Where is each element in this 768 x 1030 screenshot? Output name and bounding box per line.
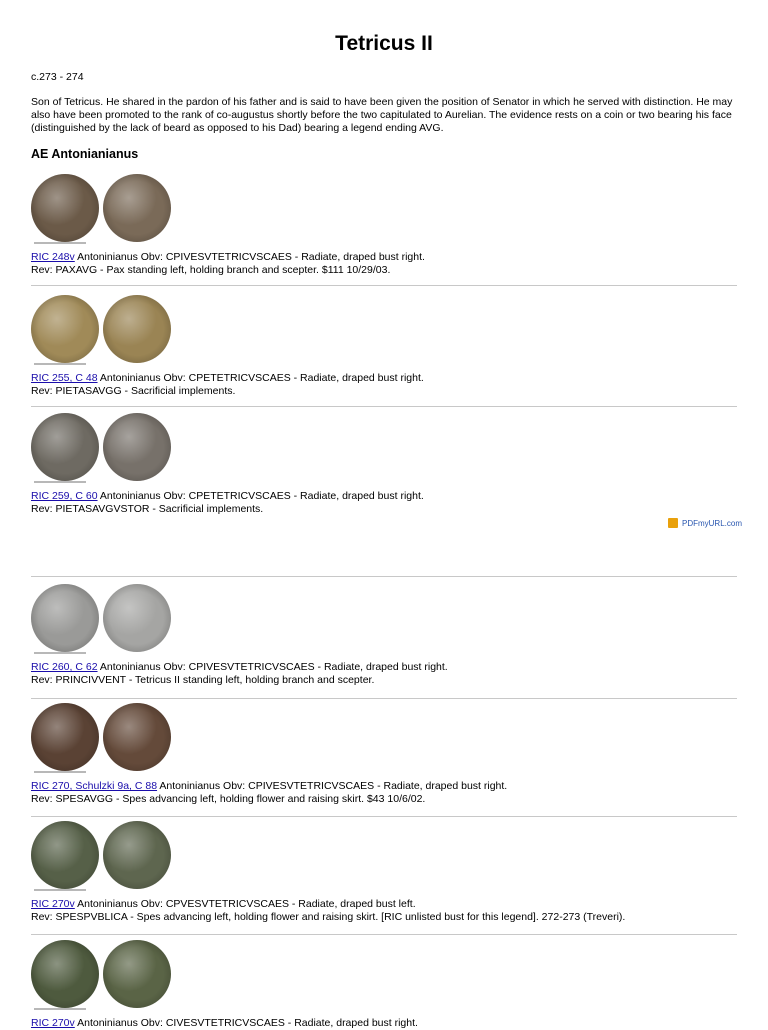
reverse-coin-image xyxy=(103,940,171,1008)
coin-caption: RIC 248v Antoninianus Obv: CPIVESVTETRIC… xyxy=(31,251,741,277)
obverse-coin-image xyxy=(31,413,99,481)
coin-entry: RIC 255, C 48 Antoninianus Obv: CPETETRI… xyxy=(31,293,741,398)
reverse-coin-image xyxy=(103,413,171,481)
ric-reference-link[interactable]: RIC 260, C 62 xyxy=(31,661,98,673)
ric-reference-link[interactable]: RIC 259, C 60 xyxy=(31,490,98,502)
reverse-coin-image xyxy=(103,821,171,889)
photo-credit xyxy=(34,363,86,365)
pdfmyurl-label: PDFmyURL.com xyxy=(681,518,742,528)
intro-paragraph: Son of Tetricus. He shared in the pardon… xyxy=(31,96,733,134)
coin-caption: RIC 270, Schulzki 9a, C 88 Antoninianus … xyxy=(31,780,741,806)
coin-entry: RIC 270v Antoninianus Obv: CIVESVTETRICV… xyxy=(31,938,741,1030)
coin-entry: RIC 270, Schulzki 9a, C 88 Antoninianus … xyxy=(31,701,741,806)
photo-credit xyxy=(34,771,86,773)
ric-reference-link[interactable]: RIC 270, Schulzki 9a, C 88 xyxy=(31,780,157,792)
reverse-description: Rev: PIETASAVGVSTOR - Sacrificial implem… xyxy=(31,503,264,515)
photo-credit xyxy=(34,889,86,891)
coin-caption: RIC 260, C 62 Antoninianus Obv: CPIVESVT… xyxy=(31,661,741,687)
photo-credit xyxy=(34,1008,86,1010)
coin-photo xyxy=(31,938,173,1016)
obverse-description: Antoninianus Obv: CPIVESVTETRICVSCAES - … xyxy=(97,661,448,673)
reverse-coin-image xyxy=(103,174,171,242)
coin-photo xyxy=(31,293,173,371)
obverse-description: Antoninianus Obv: CPETETRICVSCAES - Radi… xyxy=(97,372,424,384)
obverse-description: Antoninianus Obv: CPETETRICVSCAES - Radi… xyxy=(97,490,424,502)
reverse-description: Rev: PRINCIVVENT - Tetricus II standing … xyxy=(31,674,375,686)
coin-photo xyxy=(31,701,173,779)
photo-credit xyxy=(34,652,86,654)
ric-reference-link[interactable]: RIC 248v xyxy=(31,251,75,263)
coin-entry: RIC 248v Antoninianus Obv: CPIVESVTETRIC… xyxy=(31,172,741,277)
entry-separator xyxy=(31,816,737,817)
coin-photo xyxy=(31,582,173,660)
entry-separator xyxy=(31,285,737,286)
coin-entry: RIC 259, C 60 Antoninianus Obv: CPETETRI… xyxy=(31,411,741,516)
photo-credit xyxy=(34,481,86,483)
ric-reference-link[interactable]: RIC 270v xyxy=(31,1017,75,1029)
obverse-coin-image xyxy=(31,584,99,652)
reverse-coin-image xyxy=(103,703,171,771)
obverse-description: Antoninianus Obv: CPIVESVTETRICVSCAES - … xyxy=(74,251,425,263)
obverse-description: Antoninianus Obv: CIVESVTETRICVSCAES - R… xyxy=(74,1017,418,1029)
coin-caption: RIC 270v Antoninianus Obv: CPVESVTETRICV… xyxy=(31,898,741,924)
obverse-coin-image xyxy=(31,940,99,1008)
page-break-separator xyxy=(31,576,737,577)
obverse-coin-image xyxy=(31,174,99,242)
coin-photo xyxy=(31,411,173,489)
obverse-description: Antoninianus Obv: CPIVESVTETRICVSCAES - … xyxy=(157,780,508,792)
reverse-description: Rev: PAXAVG - Pax standing left, holding… xyxy=(31,264,391,276)
coin-caption: RIC 259, C 60 Antoninianus Obv: CPETETRI… xyxy=(31,490,741,516)
ric-reference-link[interactable]: RIC 270v xyxy=(31,898,75,910)
coin-caption: RIC 255, C 48 Antoninianus Obv: CPETETRI… xyxy=(31,372,741,398)
reverse-description: Rev: SPESAVGG - Spes advancing left, hol… xyxy=(31,793,426,805)
coin-entry: RIC 270v Antoninianus Obv: CPVESVTETRICV… xyxy=(31,819,741,924)
obverse-coin-image xyxy=(31,703,99,771)
coin-photo xyxy=(31,819,173,897)
reign-dates: c.273 - 274 xyxy=(31,71,84,83)
document-page: Tetricus II c.273 - 274 Son of Tetricus.… xyxy=(0,0,768,1029)
obverse-coin-image xyxy=(31,295,99,363)
obverse-coin-image xyxy=(31,821,99,889)
obverse-description: Antoninianus Obv: CPVESVTETRICVSCAES - R… xyxy=(74,898,416,910)
reverse-coin-image xyxy=(103,295,171,363)
coin-entry: RIC 260, C 62 Antoninianus Obv: CPIVESVT… xyxy=(31,582,741,687)
pdfmyurl-badge[interactable]: PDFmyURL.com xyxy=(667,518,742,528)
reverse-coin-image xyxy=(103,584,171,652)
entry-separator xyxy=(31,934,737,935)
pdf-icon xyxy=(667,518,678,528)
ric-reference-link[interactable]: RIC 255, C 48 xyxy=(31,372,98,384)
section-heading: AE Antonianianus xyxy=(31,147,139,161)
entry-separator xyxy=(31,406,737,407)
page-title: Tetricus II xyxy=(335,32,433,55)
entry-separator xyxy=(31,698,737,699)
coin-photo xyxy=(31,172,173,250)
reverse-description: Rev: PIETASAVGG - Sacrificial implements… xyxy=(31,385,236,397)
photo-credit xyxy=(34,242,86,244)
reverse-description: Rev: SPESPVBLICA - Spes advancing left, … xyxy=(31,911,626,923)
